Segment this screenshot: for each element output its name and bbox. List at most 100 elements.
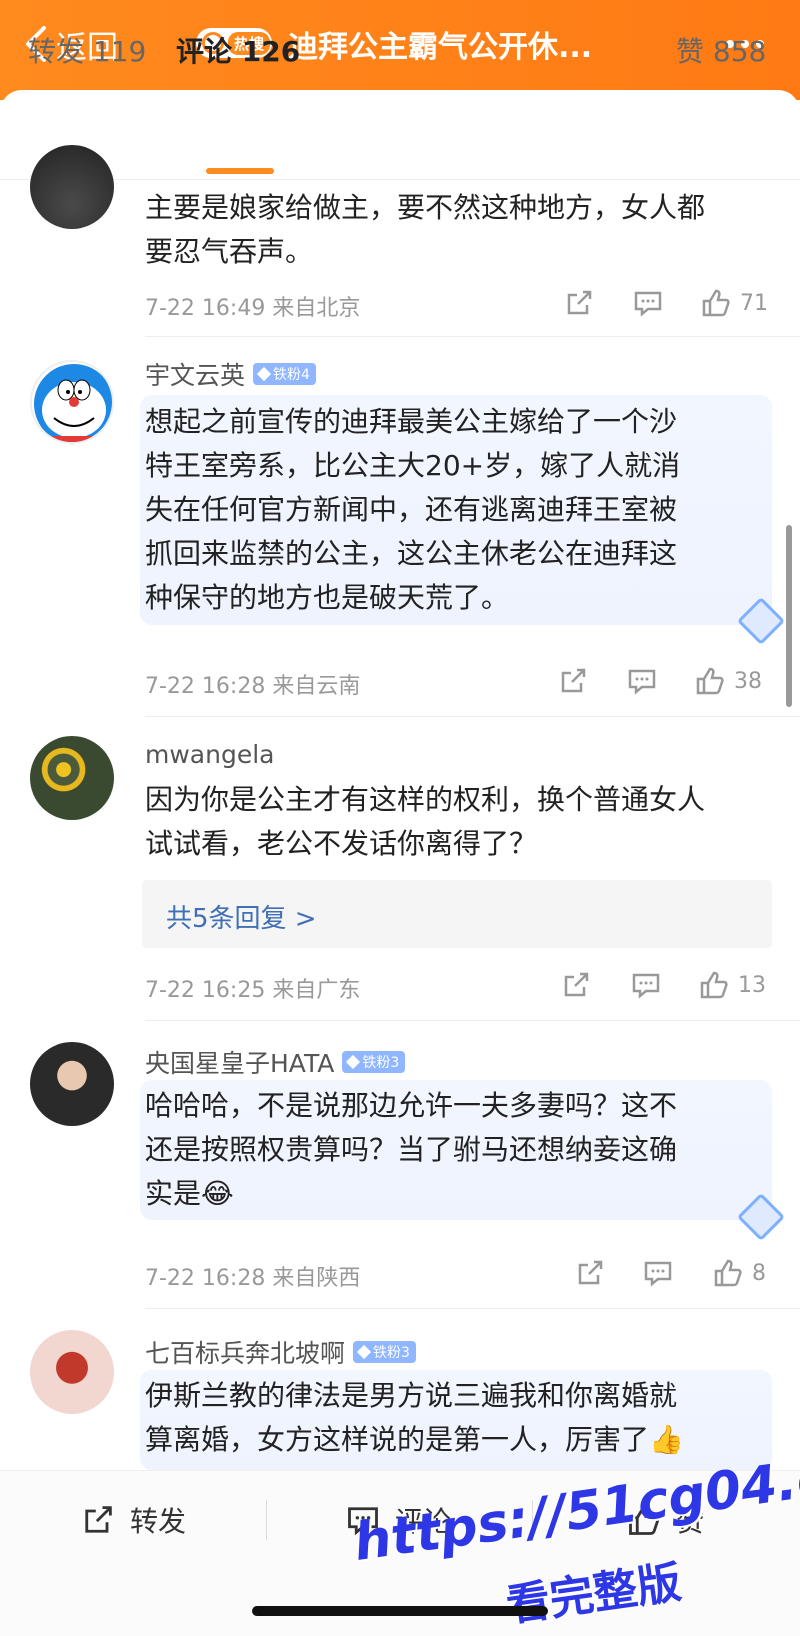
- share-button[interactable]: [563, 285, 595, 321]
- reply-button[interactable]: [630, 967, 662, 1003]
- fan-badge-label: 铁粉3: [362, 1055, 400, 1071]
- comment-icon: [628, 669, 656, 695]
- diamond-icon: [346, 1054, 361, 1070]
- comment-line: 种保守的地方也是破天荒了。: [145, 581, 510, 614]
- thumbs-up-icon: [700, 971, 728, 999]
- tab-likes[interactable]: 赞 858: [676, 30, 766, 70]
- bottom-repost-button[interactable]: 转发: [80, 1500, 186, 1540]
- comment-line: 抓回来监禁的公主，这公主休老公在迪拜这: [145, 537, 678, 570]
- divider: [266, 1500, 267, 1540]
- comment-line: 因为你是公主才有这样的权利，换个普通女人: [145, 783, 706, 816]
- reply-button[interactable]: [632, 285, 664, 321]
- comment-line: 实是😂: [145, 1177, 234, 1210]
- comment-meta: 7-22 16:28 来自云南: [145, 668, 360, 700]
- share-icon: [578, 1260, 603, 1285]
- share-button[interactable]: [574, 1255, 606, 1291]
- share-icon: [561, 668, 586, 693]
- comment-location: 来自云南: [272, 674, 361, 699]
- comment-meta: 7-22 16:28 来自陕西: [145, 1260, 360, 1292]
- comment-line: 主要是娘家给做主，要不然这种地方，女人都: [145, 191, 706, 224]
- avatar[interactable]: [30, 145, 114, 229]
- fan-badge-label: 铁粉3: [373, 1345, 410, 1361]
- fan-badge: 铁粉4: [253, 363, 316, 385]
- home-indicator[interactable]: [252, 1606, 548, 1616]
- like-count: 38: [734, 668, 762, 694]
- avatar[interactable]: [30, 736, 114, 820]
- comment-username[interactable]: mwangela: [145, 740, 274, 769]
- comment-text: 想起之前宣传的迪拜最美公主嫁给了一个沙 特王室旁系，比公主大20+岁，嫁了人就消…: [145, 400, 775, 620]
- comment-line: 试试看，老公不发话你离得了？: [145, 827, 538, 860]
- username-text: mwangela: [145, 740, 275, 769]
- like-button[interactable]: 71: [700, 285, 768, 321]
- comment-username[interactable]: 央国星皇子HATA 铁粉3: [145, 1044, 406, 1080]
- comment-username[interactable]: 宇文云英 铁粉4: [145, 356, 316, 392]
- comment-icon: [644, 1261, 672, 1287]
- comment-line: 想起之前宣传的迪拜最美公主嫁给了一个沙: [145, 405, 678, 438]
- thumbs-up-icon: [714, 1259, 742, 1287]
- diamond-icon: [356, 1344, 372, 1360]
- like-count: 8: [752, 1260, 766, 1286]
- like-button[interactable]: 38: [694, 663, 762, 699]
- thumbs-up-icon: [702, 289, 730, 317]
- comment-line: 特王室旁系，比公主大20+岁，嫁了人就消: [145, 449, 681, 482]
- comment-line: 伊斯兰教的律法是男方说三遍我和你离婚就: [145, 1379, 678, 1412]
- fan-badge: 铁粉3: [342, 1051, 406, 1073]
- like-button[interactable]: 8: [712, 1255, 766, 1291]
- tab-comments[interactable]: 评论 126: [176, 30, 300, 70]
- avatar[interactable]: [30, 1042, 114, 1126]
- comment-text: 哈哈哈，不是说那边允许一夫多妻吗？这不 还是按照权贵算吗？当了驸马还想纳妾这确 …: [145, 1084, 775, 1216]
- comment-icon: [634, 291, 662, 317]
- tab-comments-count: 126: [241, 35, 301, 68]
- fan-badge-label: 铁粉4: [273, 367, 310, 383]
- share-icon: [85, 1506, 112, 1533]
- divider: [145, 716, 800, 717]
- comment-line: 还是按照权贵算吗？当了驸马还想纳妾这确: [145, 1133, 678, 1166]
- page-title[interactable]: 迪拜公主霸气公开休...: [288, 22, 592, 66]
- avatar[interactable]: [30, 1330, 114, 1414]
- reply-button[interactable]: [642, 1255, 674, 1291]
- tab-bar: [0, 90, 800, 180]
- comment-location: 来自陕西: [272, 1266, 361, 1291]
- tab-repost[interactable]: 转发 119: [28, 30, 146, 70]
- diamond-icon: [256, 366, 272, 382]
- comment-line: 算离婚，女方这样说的是第一人，厉害了👍: [145, 1423, 684, 1456]
- username-text: 宇文云英: [145, 361, 246, 390]
- divider: [145, 1308, 800, 1309]
- avatar[interactable]: [30, 360, 114, 444]
- comment-line: 哈哈哈，不是说那边允许一夫多妻吗？这不: [145, 1089, 678, 1122]
- view-replies-link[interactable]: 共5条回复 >: [142, 880, 772, 948]
- divider: [145, 1020, 800, 1021]
- comment-time: 7-22 16:28: [145, 674, 266, 699]
- tab-repost-label: 转发: [28, 35, 85, 68]
- like-count: 13: [738, 972, 766, 998]
- share-button[interactable]: [557, 663, 589, 699]
- share-button[interactable]: [560, 967, 592, 1003]
- comment-time: 7-22 16:49: [145, 296, 266, 321]
- share-icon: [564, 972, 589, 997]
- comment-time: 7-22 16:25: [145, 978, 266, 1003]
- tab-likes-label: 赞: [676, 35, 705, 68]
- username-text: 七百标兵奔北坡啊: [145, 1339, 346, 1368]
- divider: [145, 336, 800, 337]
- like-count: 71: [740, 290, 768, 316]
- comment-time: 7-22 16:28: [145, 1266, 266, 1291]
- thumbs-up-icon: [696, 667, 724, 695]
- comment-meta: 7-22 16:25 来自广东: [145, 972, 360, 1004]
- comment-text: 主要是娘家给做主，要不然这种地方，女人都 要忍气吞声。: [145, 186, 775, 274]
- comment-line: 失在任何官方新闻中，还有逃离迪拜王室被: [145, 493, 678, 526]
- username-text: 央国星皇子HATA: [145, 1049, 335, 1078]
- tab-active-indicator: [206, 168, 274, 174]
- like-button[interactable]: 13: [698, 967, 766, 1003]
- share-icon: [567, 290, 592, 315]
- comment-location: 来自广东: [272, 978, 361, 1003]
- comment-meta: 7-22 16:49 来自北京: [145, 290, 360, 322]
- comment-location: 来自北京: [272, 296, 361, 321]
- scrollbar[interactable]: [786, 525, 792, 707]
- reply-button[interactable]: [626, 663, 658, 699]
- comment-username[interactable]: 七百标兵奔北坡啊 铁粉3: [145, 1334, 416, 1370]
- comment-text: 因为你是公主才有这样的权利，换个普通女人 试试看，老公不发话你离得了？: [145, 778, 775, 866]
- comment-text: 伊斯兰教的律法是男方说三遍我和你离婚就 算离婚，女方这样说的是第一人，厉害了👍: [145, 1374, 775, 1462]
- bottom-repost-label: 转发: [130, 1505, 187, 1538]
- tab-comments-label: 评论: [176, 35, 233, 68]
- comment-line: 要忍气吞声。: [145, 235, 314, 268]
